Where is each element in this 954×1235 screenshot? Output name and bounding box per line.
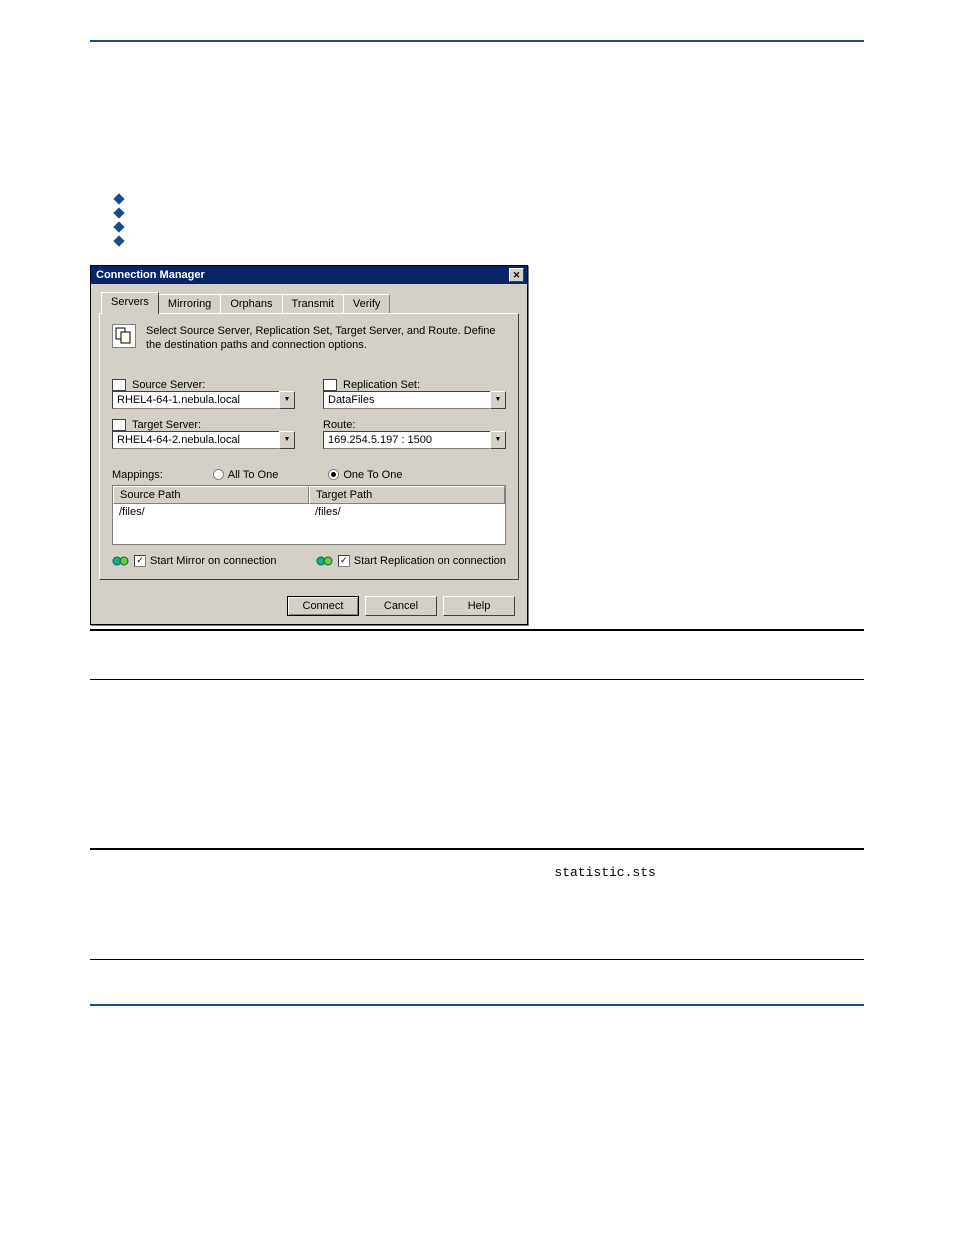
- divider: [90, 679, 864, 680]
- help-button[interactable]: Help: [443, 596, 515, 616]
- servers-icon: [112, 324, 136, 348]
- server-icon: [112, 379, 126, 391]
- dialog-button-row: Connect Cancel Help: [91, 588, 527, 624]
- diamond-icon: [113, 221, 124, 232]
- diamond-icon: [113, 193, 124, 204]
- tab-panel-servers: Select Source Server, Replication Set, T…: [99, 313, 519, 580]
- tab-verify[interactable]: Verify: [343, 294, 391, 313]
- dropdown-icon[interactable]: ▼: [490, 391, 506, 409]
- tab-strip: Servers Mirroring Orphans Transmit Verif…: [91, 284, 527, 313]
- connect-button[interactable]: Connect: [287, 596, 359, 616]
- replication-set-label: Replication Set:: [323, 379, 506, 391]
- replication-set-input[interactable]: [323, 391, 490, 409]
- server-icon: [112, 419, 126, 431]
- divider: [90, 959, 864, 960]
- tab-description: Select Source Server, Replication Set, T…: [146, 324, 506, 353]
- dialog-title: Connection Manager: [96, 269, 205, 281]
- source-server-label: Source Server:: [112, 379, 295, 391]
- target-path-cell[interactable]: /files/: [309, 504, 505, 520]
- code-sample-row: statistic.sts: [90, 865, 864, 880]
- mappings-label: Mappings:: [112, 469, 163, 481]
- dropdown-icon[interactable]: ▼: [279, 431, 295, 449]
- tab-mirroring[interactable]: Mirroring: [158, 294, 221, 313]
- tab-orphans[interactable]: Orphans: [220, 294, 282, 313]
- radio-one-to-one[interactable]: One To One: [328, 469, 402, 481]
- target-server-label: Target Server:: [112, 419, 295, 431]
- start-replication-checkbox[interactable]: ✓: [338, 555, 350, 567]
- start-replication-label: Start Replication on connection: [354, 555, 506, 567]
- start-mirror-label: Start Mirror on connection: [150, 555, 277, 567]
- hidden-paragraph: [90, 57, 864, 180]
- mirror-icon: [112, 553, 130, 569]
- col-target-path[interactable]: Target Path: [309, 486, 505, 504]
- code-text: statistic.sts: [554, 865, 655, 880]
- radio-icon: [213, 469, 224, 480]
- divider: [90, 629, 864, 631]
- titlebar: Connection Manager ✕: [91, 266, 527, 284]
- replication-icon: [316, 553, 334, 569]
- start-mirror-checkbox[interactable]: ✓: [134, 555, 146, 567]
- route-input[interactable]: [323, 431, 490, 449]
- route-label: Route:: [323, 419, 506, 431]
- source-path-cell[interactable]: /files/: [113, 504, 309, 520]
- diamond-icon: [113, 207, 124, 218]
- page-top-rule: [90, 40, 864, 42]
- close-icon[interactable]: ✕: [509, 268, 524, 282]
- repset-icon: [323, 379, 337, 391]
- page-bottom-rule: [90, 1004, 864, 1006]
- dropdown-icon[interactable]: ▼: [490, 431, 506, 449]
- source-server-input[interactable]: [112, 391, 279, 409]
- diamond-icon: [113, 235, 124, 246]
- radio-all-to-one[interactable]: All To One: [213, 469, 279, 481]
- tab-servers[interactable]: Servers: [101, 292, 159, 314]
- col-source-path[interactable]: Source Path: [113, 486, 309, 504]
- divider: [90, 848, 864, 850]
- mappings-table: Source Path Target Path /files/ /files/: [112, 485, 506, 545]
- connection-manager-dialog: Connection Manager ✕ Servers Mirroring O…: [90, 265, 528, 625]
- target-server-input[interactable]: [112, 431, 279, 449]
- dropdown-icon[interactable]: ▼: [279, 391, 295, 409]
- radio-icon: [328, 469, 339, 480]
- tab-transmit[interactable]: Transmit: [282, 294, 344, 313]
- bullet-list: [115, 195, 864, 245]
- cancel-button[interactable]: Cancel: [365, 596, 437, 616]
